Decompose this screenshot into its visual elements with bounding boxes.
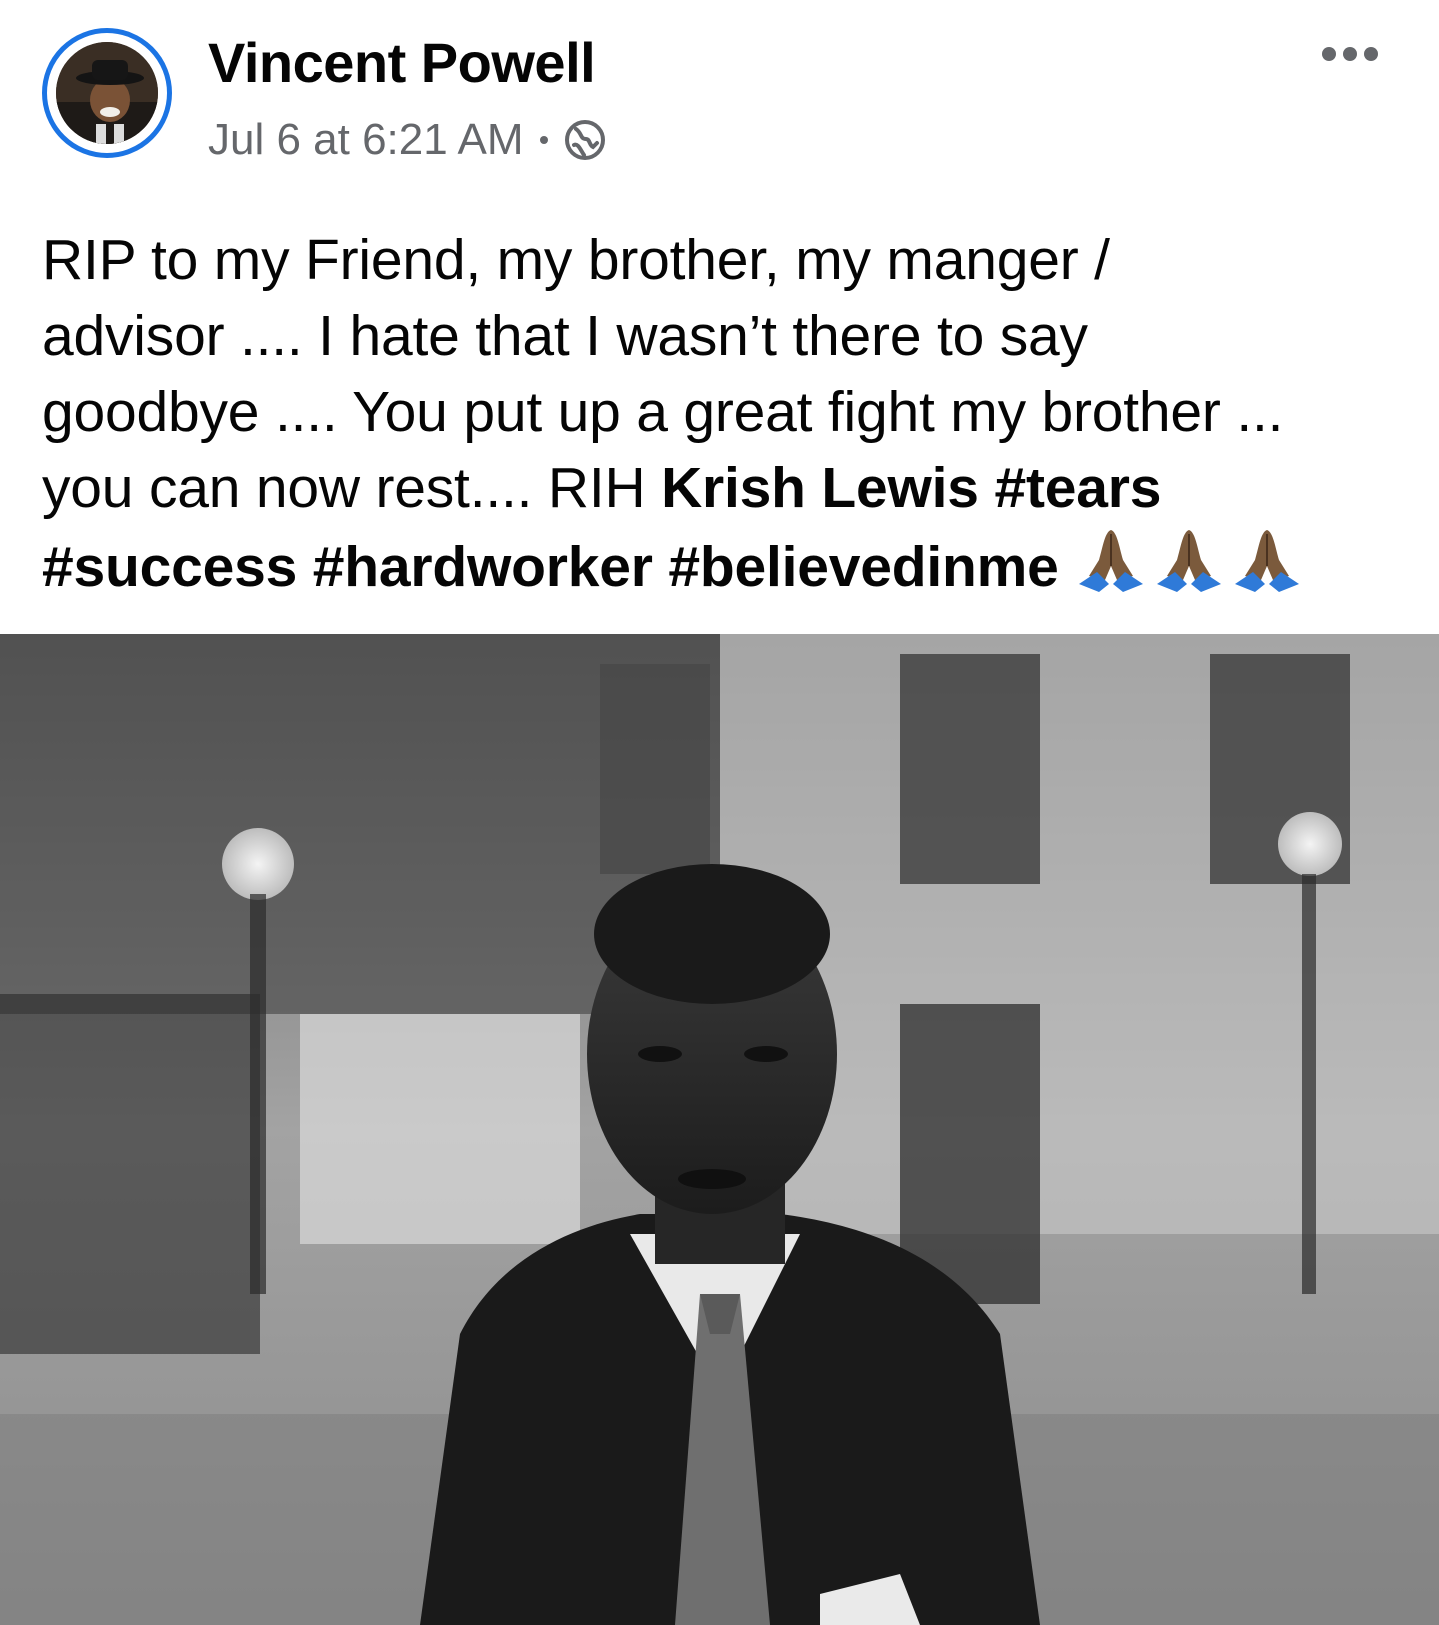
more-options-icon[interactable]: [1310, 34, 1390, 74]
post-text-line: you can now rest.... RIH Krish Lewis #te…: [42, 450, 1382, 526]
post-text-line: #success #hardworker #believedinme: [42, 526, 1382, 605]
author-avatar[interactable]: [42, 28, 172, 158]
post-text-segment: you can now rest.... RIH: [42, 456, 662, 520]
pray-emoji-icon: [1075, 526, 1147, 594]
post-timestamp[interactable]: Jul 6 at 6:21 AM: [208, 115, 524, 165]
hashtag-link[interactable]: #tears: [994, 456, 1161, 520]
author-name[interactable]: Vincent Powell: [208, 30, 596, 95]
post-photo[interactable]: [0, 634, 1439, 1625]
hashtag-link[interactable]: #hardworker: [313, 535, 653, 599]
post-text-line: advisor .... I hate that I wasn’t there …: [42, 304, 1088, 368]
pray-emoji-icon: [1231, 526, 1303, 594]
hashtag-link[interactable]: #believedinme: [668, 535, 1058, 599]
post-text: RIP to my Friend, my brother, my manger …: [42, 222, 1382, 605]
globe-icon[interactable]: [564, 119, 606, 161]
more-dot: [1364, 47, 1378, 61]
separator-dot: [539, 136, 548, 144]
tagged-person-link[interactable]: Krish Lewis: [661, 456, 979, 520]
avatar-photo: [56, 42, 158, 144]
hashtag-link[interactable]: #success: [42, 535, 297, 599]
emoji-group: [1075, 526, 1303, 594]
post-text-line: goodbye .... You put up a great fight my…: [42, 380, 1284, 444]
post-text-line: RIP to my Friend, my brother, my manger …: [42, 228, 1110, 292]
pray-emoji-icon: [1153, 526, 1225, 594]
post-meta: Jul 6 at 6:21 AM: [208, 112, 606, 168]
more-dot: [1322, 47, 1336, 61]
more-dot: [1343, 47, 1357, 61]
post-header: Vincent Powell Jul 6 at 6:21 AM: [0, 0, 1439, 190]
